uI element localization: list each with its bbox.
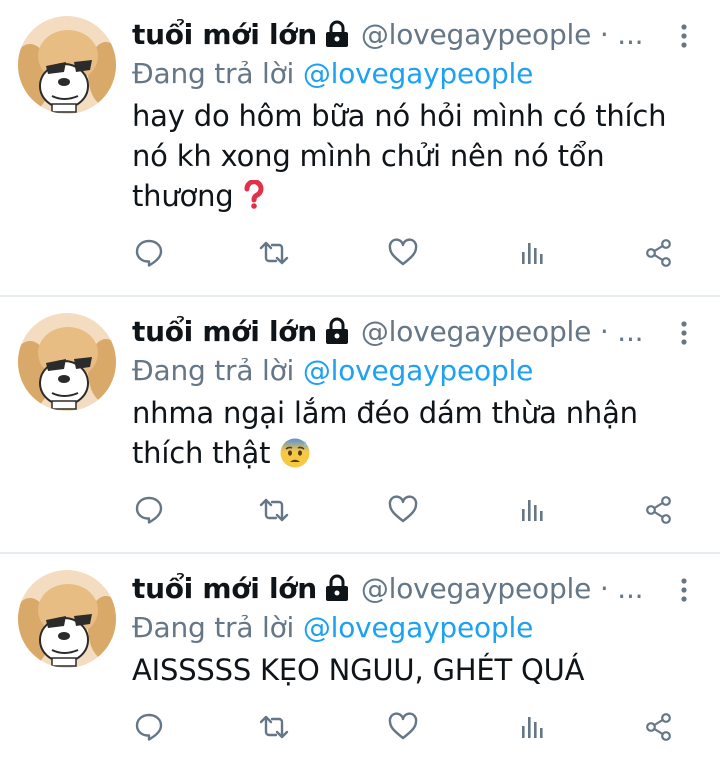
- display-name[interactable]: tuổi mới lớn: [132, 18, 317, 51]
- tweet[interactable]: tuổi mới lớn @lovegaypeople · ... Đang t…: [0, 0, 720, 297]
- like-icon[interactable]: [388, 238, 418, 268]
- analytics-icon[interactable]: [517, 495, 547, 525]
- tweet-header: tuổi mới lớn @lovegaypeople · ...: [132, 568, 702, 608]
- tweet-text: hay do hôm bữa nó hỏi mình có thích nó k…: [132, 96, 702, 216]
- reply-mention-link[interactable]: @lovegaypeople: [303, 354, 534, 387]
- tweet[interactable]: tuổi mới lớn @lovegaypeople · ... Đang t…: [0, 554, 720, 766]
- share-icon[interactable]: [644, 238, 674, 268]
- tweet[interactable]: tuổi mới lớn @lovegaypeople · ... Đang t…: [0, 297, 720, 554]
- tweet-feed: tuổi mới lớn @lovegaypeople · ... Đang t…: [0, 0, 720, 766]
- tweet-text-body: AISSSSS KẸO NGUU, GHÉT QUÁ: [132, 653, 585, 687]
- avatar[interactable]: [18, 570, 116, 668]
- more-options-icon[interactable]: [678, 319, 690, 347]
- red-question-mark-icon: [243, 179, 265, 210]
- tweet-header: tuổi mới lớn @lovegaypeople · ...: [132, 14, 702, 54]
- like-icon[interactable]: [388, 495, 418, 525]
- reply-prefix: Đang trả lời: [132, 611, 295, 644]
- avatar[interactable]: [18, 313, 116, 411]
- like-icon[interactable]: [388, 712, 418, 742]
- retweet-icon[interactable]: [259, 238, 289, 268]
- display-name[interactable]: tuổi mới lớn: [132, 315, 317, 348]
- tweet-text: AISSSSS KẸO NGUU, GHÉT QUÁ: [132, 650, 702, 690]
- anxious-face-with-sweat-icon: [279, 437, 311, 469]
- lock-icon: [325, 20, 349, 48]
- tweet-actions: [132, 483, 702, 545]
- lock-icon: [325, 317, 349, 345]
- reply-prefix: Đang trả lời: [132, 354, 295, 387]
- avatar[interactable]: [18, 16, 116, 114]
- handle[interactable]: @lovegaypeople · ...: [361, 572, 644, 605]
- display-name[interactable]: tuổi mới lớn: [132, 572, 317, 605]
- tweet-text-body: hay do hôm bữa nó hỏi mình có thích nó k…: [132, 99, 667, 213]
- reply-icon[interactable]: [134, 495, 164, 525]
- retweet-icon[interactable]: [259, 712, 289, 742]
- replying-to: Đang trả lời @lovegaypeople: [132, 54, 702, 94]
- reply-prefix: Đang trả lời: [132, 57, 295, 90]
- share-icon[interactable]: [644, 712, 674, 742]
- lock-icon: [325, 574, 349, 602]
- more-options-icon[interactable]: [678, 576, 690, 604]
- reply-mention-link[interactable]: @lovegaypeople: [303, 57, 534, 90]
- tweet-actions: [132, 700, 702, 762]
- replying-to: Đang trả lời @lovegaypeople: [132, 608, 702, 648]
- handle[interactable]: @lovegaypeople · ...: [361, 315, 644, 348]
- replying-to: Đang trả lời @lovegaypeople: [132, 351, 702, 391]
- tweet-text-body: nhma ngại lắm đéo dám thừa nhận thích th…: [132, 396, 638, 470]
- handle[interactable]: @lovegaypeople · ...: [361, 18, 644, 51]
- analytics-icon[interactable]: [517, 712, 547, 742]
- tweet-actions: [132, 226, 702, 288]
- analytics-icon[interactable]: [517, 238, 547, 268]
- retweet-icon[interactable]: [259, 495, 289, 525]
- share-icon[interactable]: [644, 495, 674, 525]
- reply-icon[interactable]: [134, 712, 164, 742]
- reply-icon[interactable]: [134, 238, 164, 268]
- tweet-text: nhma ngại lắm đéo dám thừa nhận thích th…: [132, 393, 702, 473]
- more-options-icon[interactable]: [678, 22, 690, 50]
- tweet-header: tuổi mới lớn @lovegaypeople · ...: [132, 311, 702, 351]
- reply-mention-link[interactable]: @lovegaypeople: [303, 611, 534, 644]
